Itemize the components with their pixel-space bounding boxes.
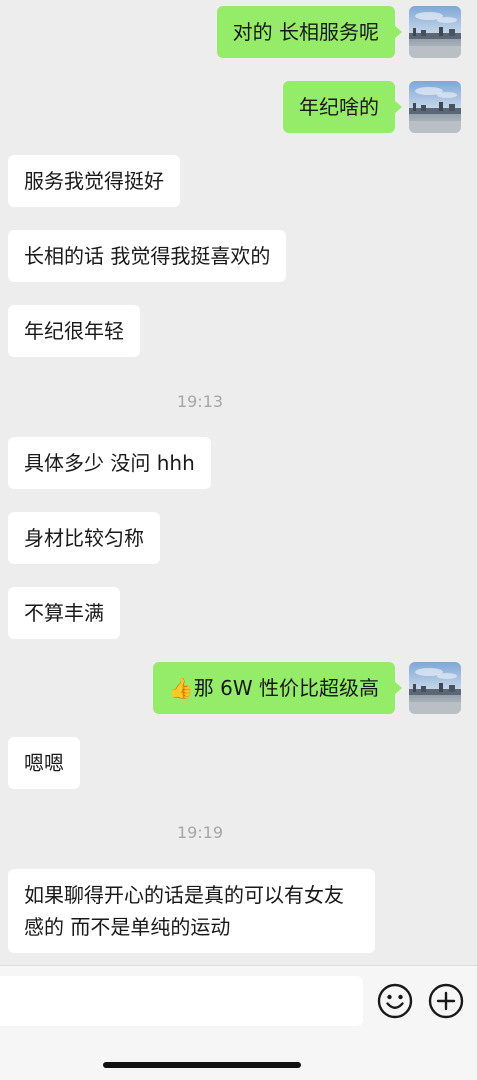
timestamp: 19:13 [176, 392, 224, 411]
message-incoming: 嗯嗯 [8, 737, 80, 789]
message-incoming: 身材比较匀称 [8, 512, 160, 564]
message-bubble[interactable]: 如果聊得开心的话是真的可以有女友感的 而不是单纯的运动 [8, 869, 375, 953]
avatar-photo [409, 662, 461, 714]
thumbs-up-emoji: 👍 [168, 676, 194, 700]
message-text: 如果聊得开心的话是真的可以有女友感的 而不是单纯的运动 [24, 883, 344, 939]
message-text: 对的 长相服务呢 [232, 20, 379, 44]
message-incoming: 具体多少 没问 hhh [8, 437, 211, 489]
message-text: 嗯嗯 [24, 751, 64, 775]
message-bubble[interactable]: 具体多少 没问 hhh [8, 437, 211, 489]
emoji-icon[interactable] [377, 983, 413, 1019]
message-incoming: 服务我觉得挺好 [8, 155, 180, 207]
message-outgoing: 年纪啥的 [283, 81, 461, 133]
avatar-photo [409, 6, 461, 58]
message-bubble[interactable]: 长相的话 我觉得我挺喜欢的 [8, 230, 287, 282]
message-text: 年纪啥的 [299, 95, 379, 119]
plus-icon[interactable] [428, 983, 464, 1019]
message-text: 那 6W 性价比超级高 [193, 676, 379, 700]
home-indicator[interactable] [103, 1062, 301, 1068]
message-bubble[interactable]: 年纪很年轻 [8, 305, 140, 357]
message-incoming: 不算丰满 [8, 587, 120, 639]
avatar[interactable] [409, 662, 461, 714]
message-text: 具体多少 没问 hhh [24, 451, 195, 475]
avatar[interactable] [409, 81, 461, 133]
message-bubble[interactable]: 年纪啥的 [283, 81, 402, 133]
message-input[interactable] [0, 976, 363, 1026]
message-outgoing: 对的 长相服务呢 [216, 6, 461, 58]
message-outgoing: 👍那 6W 性价比超级高 [152, 662, 461, 714]
message-text: 长相的话 我觉得我挺喜欢的 [24, 244, 271, 268]
message-text: 年纪很年轻 [24, 319, 124, 343]
message-incoming: 长相的话 我觉得我挺喜欢的 [8, 230, 287, 282]
message-text: 身材比较匀称 [24, 526, 144, 550]
timestamp: 19:19 [176, 823, 224, 842]
message-bubble[interactable]: 服务我觉得挺好 [8, 155, 180, 207]
message-text: 不算丰满 [24, 601, 104, 625]
message-bubble[interactable]: 👍那 6W 性价比超级高 [152, 662, 403, 714]
message-text: 服务我觉得挺好 [24, 169, 164, 193]
message-bubble[interactable]: 不算丰满 [8, 587, 120, 639]
message-bubble[interactable]: 对的 长相服务呢 [216, 6, 403, 58]
message-incoming: 如果聊得开心的话是真的可以有女友感的 而不是单纯的运动 [8, 869, 375, 953]
avatar-photo [409, 81, 461, 133]
message-incoming: 年纪很年轻 [8, 305, 140, 357]
message-bubble[interactable]: 身材比较匀称 [8, 512, 160, 564]
avatar[interactable] [409, 6, 461, 58]
message-bubble[interactable]: 嗯嗯 [8, 737, 80, 789]
chat-area[interactable]: 对的 长相服务呢 年纪啥的 服务我觉得挺好 长相的话 我觉得我挺喜欢的 年纪很年… [0, 0, 477, 965]
